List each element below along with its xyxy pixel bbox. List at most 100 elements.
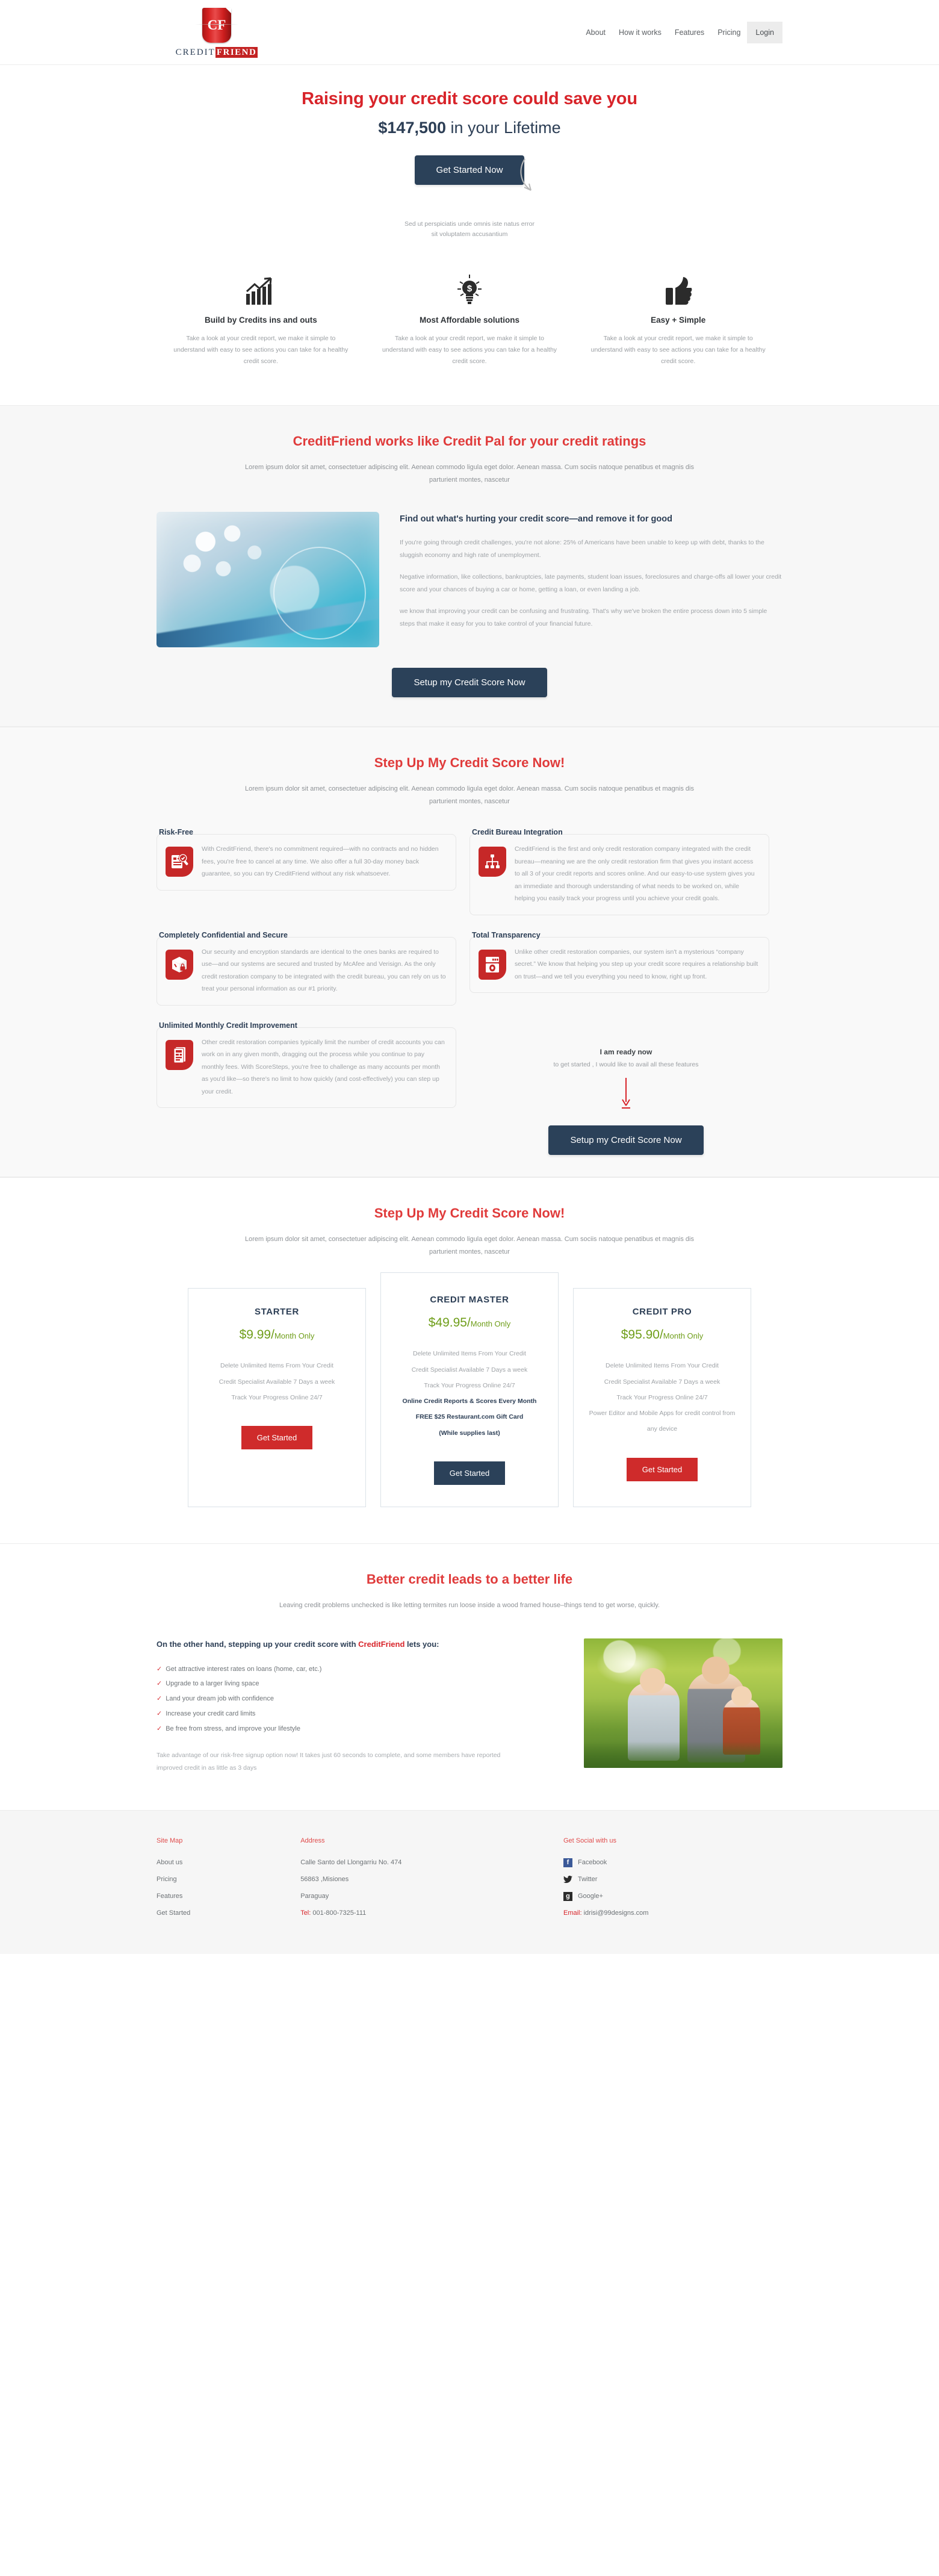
- feature-card: Our security and encryption standards ar…: [156, 936, 456, 1006]
- footer-link-pricing[interactable]: Pricing: [156, 1871, 300, 1888]
- tri-feature-text: Take a look at your credit report, we ma…: [590, 334, 766, 366]
- creditpal-paragraph-1: If you're going through credit challenge…: [400, 539, 764, 559]
- creditpal-title: CreditFriend works like Credit Pal for y…: [293, 433, 646, 449]
- stepup-title: Step Up My Credit Score Now!: [374, 754, 565, 770]
- nav-item-how-it-works[interactable]: How it works: [612, 22, 668, 43]
- footer-email: Email: idrisi@99designs.com: [563, 1905, 782, 1921]
- stepup-lede: Lorem ipsum dolor sit amet, consectetuer…: [245, 785, 694, 805]
- hero-section: Raising your credit score could save you…: [0, 65, 939, 405]
- tri-feature-title: Most Affordable solutions: [420, 315, 519, 325]
- tri-feature-title: Build by Credits ins and outs: [204, 315, 317, 325]
- footer-link-get-started[interactable]: Get Started: [156, 1905, 300, 1921]
- plan-name: CREDIT MASTER: [430, 1295, 509, 1305]
- creditpal-section: CreditFriend works like Credit Pal for y…: [0, 405, 939, 727]
- plan-get-started-button-master[interactable]: Get Started: [433, 1461, 506, 1485]
- tri-feature-text: Take a look at your credit report, we ma…: [173, 334, 349, 366]
- lightbulb-dollar-icon: $: [381, 273, 559, 306]
- plan-price-amount: $95.90/: [621, 1328, 663, 1342]
- footer-social-title: Get Social with us: [563, 1837, 617, 1845]
- better-life-title: Better credit leads to a better life: [366, 1571, 573, 1587]
- footer-email-label: Email:: [563, 1909, 582, 1917]
- ready-title: I am ready now: [600, 1047, 652, 1056]
- hero-subheadline: $147,500 in your Lifetime: [156, 119, 782, 137]
- list-item: ✓ Upgrade to a larger living space: [156, 1676, 560, 1691]
- logo[interactable]: CF CREDIT FRIEND: [156, 7, 277, 58]
- footer-social-label[interactable]: Google+: [578, 1888, 603, 1905]
- feature-cell-risk-free: Risk-Free With CreditFriend, there's no …: [156, 828, 470, 930]
- plan-feature: Delete Unlimited Items From Your Credit: [413, 1350, 526, 1358]
- plan-feature: Credit Specialist Available 7 Days a wee…: [411, 1366, 528, 1374]
- tri-feature-affordable: $ Most Affordable solutions Take a look …: [365, 273, 574, 368]
- footer-tel-label: Tel:: [300, 1909, 311, 1917]
- creditpal-image: [156, 511, 379, 647]
- feature-card-text: Unlike other credit restoration companie…: [515, 948, 758, 980]
- nav-item-features[interactable]: Features: [668, 22, 711, 43]
- check-icon: ✓: [156, 1710, 163, 1717]
- benefit-text: Get attractive interest rates on loans (…: [166, 1665, 322, 1673]
- list-item: ✓ Get attractive interest rates on loans …: [156, 1662, 560, 1677]
- pricing-title: Step Up My Credit Score Now!: [374, 1205, 565, 1221]
- nav-item-pricing[interactable]: Pricing: [711, 22, 747, 43]
- better-life-section: Better credit leads to a better life Lea…: [0, 1543, 939, 1811]
- feature-card-text: CreditFriend is the first and only credi…: [515, 845, 755, 903]
- better-life-note: Take advantage of our risk-free signup o…: [156, 1752, 501, 1772]
- plan-feature: Track Your Progress Online 24/7: [231, 1393, 323, 1401]
- plan-feature-list: Delete Unlimited Items From Your Credit …: [587, 1358, 737, 1437]
- list-item: ✓ Be free from stress, and improve your l…: [156, 1722, 560, 1737]
- logo-mark-text: CF: [207, 17, 226, 33]
- plan-feature-list: Delete Unlimited Items From Your Credit …: [202, 1358, 352, 1405]
- list-item: ✓ Increase your credit card limits: [156, 1706, 560, 1722]
- newspaper-documents-icon: [166, 1039, 193, 1070]
- feature-card: With CreditFriend, there's no commitment…: [156, 834, 456, 891]
- setup-credit-score-button-top[interactable]: Setup my Credit Score Now: [392, 667, 547, 697]
- better-heading-post: lets you:: [404, 1639, 439, 1649]
- site-header: CF CREDIT FRIEND About How it works Featu…: [0, 0, 939, 65]
- pricing-plan-starter: STARTER $9.99/Month Only Delete Unlimite…: [188, 1288, 366, 1507]
- footer-email-value: idrisi@99designs.com: [581, 1909, 649, 1917]
- benefit-text: Land your dream job with confidence: [166, 1695, 274, 1703]
- plan-feature: (While supplies last): [439, 1429, 500, 1437]
- stepup-card-grid: Risk-Free With CreditFriend, there's no …: [156, 807, 782, 1155]
- plan-get-started-button-pro[interactable]: Get Started: [626, 1457, 698, 1481]
- tri-feature-row: Build by Credits ins and outs Take a loo…: [156, 240, 782, 405]
- nav-item-about[interactable]: About: [579, 22, 612, 43]
- plan-feature: Track Your Progress Online 24/7: [616, 1393, 708, 1401]
- ready-subtitle: to get started , I would like to avail a…: [553, 1060, 699, 1068]
- footer-social-twitter[interactable]: Twitter: [563, 1871, 782, 1888]
- document-check-magnifier-icon: [166, 847, 193, 877]
- tri-feature-build: Build by Credits ins and outs Take a loo…: [156, 273, 365, 368]
- hero-get-started-button[interactable]: Get Started Now: [414, 155, 525, 185]
- plan-get-started-button-starter[interactable]: Get Started: [241, 1426, 313, 1450]
- growth-chart-icon: [172, 273, 350, 306]
- footer-link-about-us[interactable]: About us: [156, 1854, 300, 1871]
- feature-cell-transparency: Total Transparency Unlike other credit r…: [470, 931, 782, 1021]
- better-life-split: On the other hand, stepping up your cred…: [156, 1612, 782, 1774]
- feature-card-text: With CreditFriend, there's no commitment…: [202, 845, 439, 878]
- plan-feature: Credit Specialist Available 7 Days a wee…: [604, 1378, 721, 1386]
- hero-subheadline-rest: in your Lifetime: [446, 119, 561, 137]
- setup-credit-score-button-mid[interactable]: Setup my Credit Score Now: [548, 1125, 704, 1155]
- footer-social-label[interactable]: Twitter: [578, 1871, 597, 1888]
- nav-item-login[interactable]: Login: [747, 22, 782, 43]
- google-plus-icon: g: [563, 1891, 572, 1901]
- pricing-section: Step Up My Credit Score Now! Lorem ipsum…: [0, 1177, 939, 1543]
- footer-social-facebook[interactable]: f Facebook: [563, 1854, 782, 1871]
- logo-word-friend: FRIEND: [215, 46, 258, 58]
- feature-card-text: Other credit restoration companies typic…: [202, 1038, 445, 1095]
- footer-social-label[interactable]: Facebook: [578, 1854, 607, 1871]
- check-icon: ✓: [156, 1695, 163, 1703]
- creditpal-paragraph-3: we know that improving your credit can b…: [400, 608, 767, 628]
- logo-wordmark: CREDIT FRIEND: [176, 46, 258, 58]
- footer-link-features[interactable]: Features: [156, 1888, 300, 1905]
- plan-price: $95.90/Month Only: [587, 1328, 737, 1342]
- tri-feature-title: Easy + Simple: [651, 315, 706, 325]
- footer-telephone: Tel: 001-800-7325-111: [300, 1905, 563, 1921]
- footer-social-googleplus[interactable]: g Google+: [563, 1888, 782, 1905]
- tri-feature-easy: Easy + Simple Take a look at your credit…: [574, 273, 782, 368]
- creditpal-subtitle: Find out what's hurting your credit scor…: [400, 514, 672, 524]
- benefit-text: Upgrade to a larger living space: [166, 1680, 259, 1688]
- footer-tel-value: 001-800-7325-111: [311, 1909, 367, 1917]
- main-nav[interactable]: About How it works Features Pricing Logi…: [579, 22, 782, 43]
- creditpal-paragraph-2: Negative information, like collections, …: [400, 573, 782, 594]
- better-life-lede: Leaving credit problems unchecked is lik…: [279, 1601, 660, 1609]
